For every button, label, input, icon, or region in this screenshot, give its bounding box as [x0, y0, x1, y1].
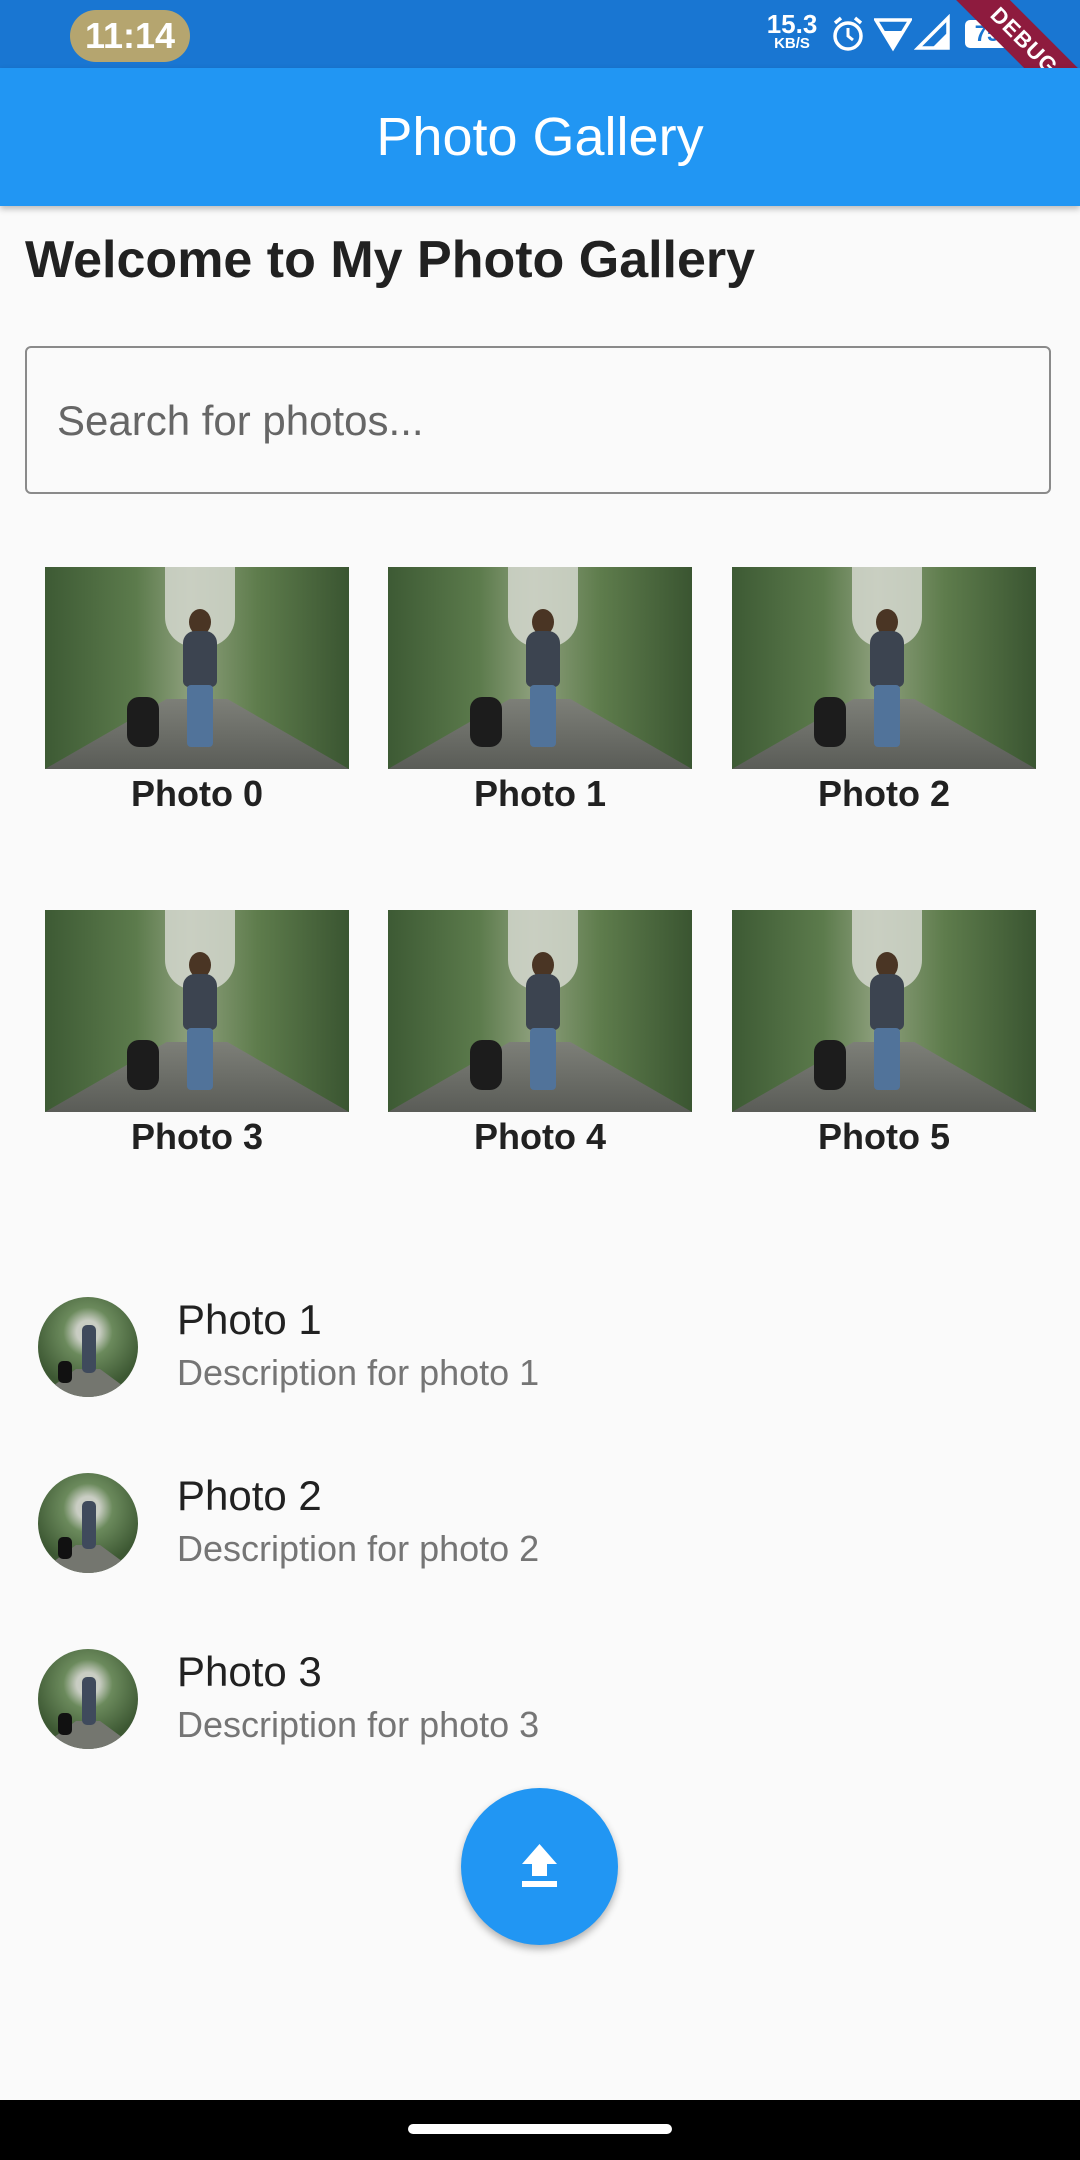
- photo-thumbnail[interactable]: [45, 910, 349, 1112]
- upload-icon: [522, 1844, 557, 1887]
- status-time: 11:14: [70, 10, 190, 62]
- search-field[interactable]: [25, 346, 1051, 494]
- list-item[interactable]: Photo 2 Description for photo 2: [0, 1452, 1080, 1602]
- grid-photo-5[interactable]: Photo 5: [732, 910, 1036, 1158]
- upload-button[interactable]: [461, 1788, 618, 1945]
- network-speed: 15.3 KB/S: [765, 9, 819, 52]
- photo-thumbnail[interactable]: [732, 910, 1036, 1112]
- photo-thumbnail[interactable]: [388, 567, 692, 769]
- grid-photo-label: Photo 1: [474, 773, 606, 814]
- grid-photo-label: Photo 2: [818, 773, 950, 814]
- status-bar: 11:14 15.3 KB/S 75: [0, 0, 1080, 68]
- app-bar: Photo Gallery: [0, 68, 1080, 206]
- photo-thumbnail[interactable]: [388, 910, 692, 1112]
- grid-photo-2[interactable]: Photo 2: [732, 567, 1036, 815]
- grid-photo-label: Photo 5: [818, 1116, 950, 1157]
- search-input[interactable]: [55, 348, 1039, 494]
- grid-photo-label: Photo 0: [131, 773, 263, 814]
- photo-thumbnail[interactable]: [45, 567, 349, 769]
- network-speed-value: 15.3: [766, 9, 818, 39]
- avatar: [38, 1473, 138, 1573]
- avatar: [38, 1297, 138, 1397]
- grid-photo-4[interactable]: Photo 4: [388, 910, 692, 1158]
- photo-thumbnail[interactable]: [732, 567, 1036, 769]
- grid-photo-label: Photo 3: [131, 1116, 263, 1157]
- list-item-title: Photo 2: [177, 1472, 322, 1519]
- list-item-title: Photo 1: [177, 1296, 322, 1343]
- list-item-subtitle: Description for photo 2: [177, 1528, 540, 1569]
- signal-icon: [914, 14, 950, 50]
- home-indicator[interactable]: [408, 2124, 672, 2134]
- list-item[interactable]: Photo 3 Description for photo 3: [0, 1628, 1080, 1778]
- grid-photo-3[interactable]: Photo 3: [45, 910, 349, 1158]
- grid-photo-1[interactable]: Photo 1: [388, 567, 692, 815]
- app-bar-title: Photo Gallery: [376, 107, 704, 167]
- wifi-icon: [874, 18, 912, 52]
- grid-photo-label: Photo 4: [474, 1116, 606, 1157]
- list-item-title: Photo 3: [177, 1648, 322, 1695]
- grid-photo-0[interactable]: Photo 0: [45, 567, 349, 815]
- avatar: [38, 1649, 138, 1749]
- list-item-subtitle: Description for photo 3: [177, 1704, 540, 1745]
- list-item[interactable]: Photo 1 Description for photo 1: [0, 1276, 1080, 1426]
- alarm-icon: [833, 16, 863, 51]
- page-heading: Welcome to My Photo Gallery: [25, 231, 756, 289]
- list-item-subtitle: Description for photo 1: [177, 1352, 540, 1393]
